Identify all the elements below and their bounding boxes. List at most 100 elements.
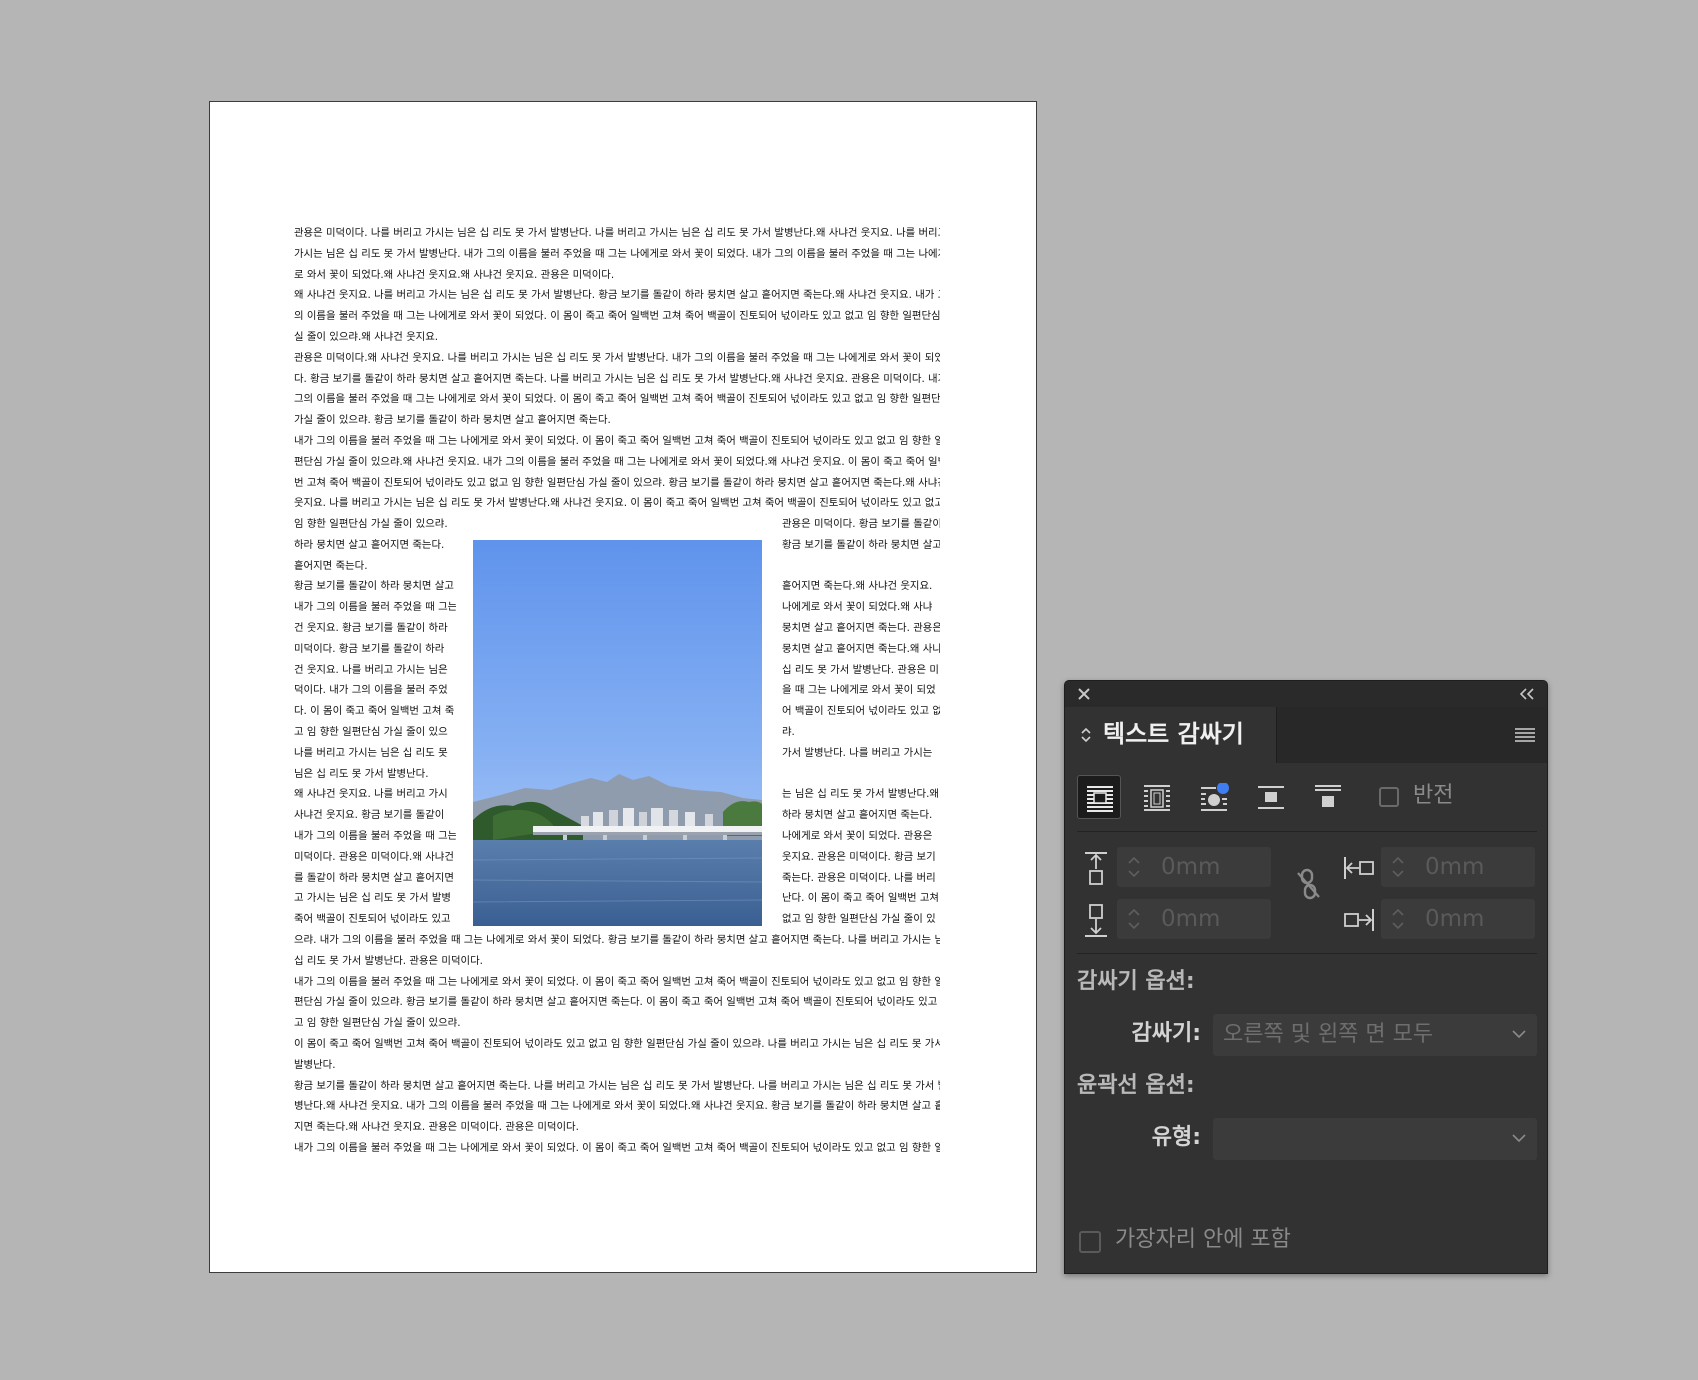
panel-titlebar[interactable] bbox=[1065, 681, 1547, 707]
placed-photo-river-landscape[interactable] bbox=[473, 540, 762, 926]
text-line: 왜 사냐건 웃지요. 나를 버리고 가시는 님은 십 리도 못 가서 발병난다.… bbox=[294, 289, 940, 302]
bottom-offset-field[interactable]: 0mm bbox=[1117, 899, 1271, 939]
panel-title: 텍스트 감싸기 bbox=[1103, 720, 1244, 748]
text-line: 다. 황금 보기를 돌같이 하라 뭉치면 살고 흩어지면 죽는다. 나를 버리고… bbox=[294, 372, 940, 385]
object-shape-wrap-button[interactable] bbox=[1192, 775, 1236, 819]
jump-next-column-wrap-icon bbox=[1315, 785, 1341, 807]
text-line: 로 와서 꽃이 되었다.왜 사냐건 웃지요.왜 사냐건 웃지요. 관용은 미덕이… bbox=[294, 268, 615, 281]
text-line: 이 몸이 죽고 죽어 일백번 고쳐 죽어 백골이 진토되어 넋이라도 있고 없고… bbox=[294, 1038, 940, 1050]
text-line: 왜 사냐건 웃지요. 나를 버리고 가시 bbox=[294, 788, 448, 801]
text-line: 황금 보기를 돌같이 하라 뭉치면 살고 bbox=[782, 538, 940, 551]
text-line: 랴. bbox=[782, 726, 795, 738]
text-line: 가서 발병난다. 나를 버리고 가시는 bbox=[782, 746, 933, 759]
contour-options-heading: 윤곽선 옵션: bbox=[1077, 1073, 1195, 1098]
spinner-arrows-icon[interactable] bbox=[1125, 851, 1143, 883]
text-line: 죽는다. 관용은 미덕이다. 나를 버리 bbox=[782, 871, 936, 884]
text-line: 을 때 그는 나에게로 와서 꽃이 되었 bbox=[782, 684, 936, 697]
double-chevron-left-icon bbox=[1519, 688, 1534, 700]
bottom-offset-value: 0mm bbox=[1161, 906, 1221, 932]
spinner-arrows-icon[interactable] bbox=[1389, 903, 1407, 935]
close-panel-button[interactable] bbox=[1075, 685, 1093, 703]
left-offset-field[interactable]: 0mm bbox=[1381, 847, 1535, 887]
bounding-box-wrap-button[interactable] bbox=[1135, 775, 1179, 819]
text-line: 죽어 백골이 진토되어 넋이라도 있고 bbox=[294, 913, 451, 926]
unlinked-chain-icon[interactable] bbox=[1293, 867, 1323, 901]
close-icon bbox=[1078, 688, 1090, 700]
include-inside-edges-label: 가장자리 안에 포함 bbox=[1115, 1227, 1291, 1252]
text-line: 고 가시는 님은 십 리도 못 가서 발병 bbox=[294, 892, 451, 905]
right-offset-value: 0mm bbox=[1425, 906, 1485, 932]
no-wrap-icon bbox=[1087, 786, 1113, 812]
text-line: 난다. 이 몸이 죽고 죽어 일백번 고쳐 bbox=[782, 892, 939, 905]
text-line: 병난다.왜 사냐건 웃지요. 내가 그의 이름을 불러 주었을 때 그는 나에게… bbox=[294, 1100, 940, 1113]
bottom-offset-icon bbox=[1085, 904, 1107, 937]
spinner-arrows-icon[interactable] bbox=[1389, 851, 1407, 883]
text-line: 없고 임 향한 일편단심 가실 줄이 있 bbox=[782, 913, 936, 926]
text-line: 건 웃지요. 나를 버리고 가시는 님은 bbox=[294, 663, 448, 676]
bounding-box-wrap-icon bbox=[1144, 785, 1170, 811]
right-offset-icon bbox=[1344, 909, 1374, 931]
top-offset-value: 0mm bbox=[1161, 854, 1221, 880]
hamburger-menu-icon bbox=[1515, 728, 1535, 742]
text-line: 관용은 미덕이다. 나를 버리고 가시는 님은 십 리도 못 가서 발병난다. … bbox=[294, 227, 940, 239]
text-line: 웃지요. 관용은 미덕이다. 황금 보기 bbox=[782, 850, 936, 863]
text-line: 님은 십 리도 못 가서 발병난다. bbox=[294, 767, 429, 780]
panel-menu-button[interactable] bbox=[1515, 727, 1535, 743]
text-line: 하라 뭉치면 살고 흩어지면 죽는다. bbox=[294, 538, 445, 551]
jump-object-wrap-button[interactable] bbox=[1249, 775, 1293, 819]
left-offset-icon bbox=[1344, 857, 1374, 879]
text-line: 나에게로 와서 꽃이 되었다.왜 사냐 bbox=[782, 601, 933, 614]
text-line: 황금 보기를 돌같이 하라 뭉치면 살고 bbox=[294, 580, 454, 593]
text-line: 하라 뭉치면 살고 흩어지면 죽는다. bbox=[782, 809, 933, 822]
text-line: 의 이름을 불러 주었을 때 그는 나에게로 와서 꽃이 되었다. 이 몸이 죽… bbox=[294, 310, 940, 323]
text-line: 그의 이름을 불러 주었을 때 그는 나에게로 와서 꽃이 되었다. 이 몸이 … bbox=[294, 393, 940, 406]
text-line: 어 백골이 진토되어 넋이라도 있고 없 bbox=[782, 705, 940, 718]
text-line: 번 고쳐 죽어 백골이 진토되어 넋이라도 있고 없고 임 향한 일편단심 가실… bbox=[294, 476, 940, 489]
invert-label: 반전 bbox=[1413, 783, 1454, 808]
text-line: 웃지요. 나를 버리고 가시는 님은 십 리도 못 가서 발병난다.왜 사냐건 … bbox=[294, 497, 940, 510]
text-line: 지면 죽는다.왜 사냐건 웃지요. 관용은 미덕이다. 관용은 미덕이다. bbox=[294, 1121, 579, 1134]
panel-tab-strip: 텍스트 감싸기 bbox=[1065, 707, 1547, 763]
collapse-panel-button[interactable] bbox=[1517, 685, 1537, 703]
chevron-down-icon bbox=[1512, 1134, 1526, 1143]
text-line: 흩어지면 죽는다.왜 사냐건 웃지요. bbox=[782, 580, 933, 593]
text-line: 건 웃지요. 황금 보기를 돌같이 하라 bbox=[294, 622, 448, 634]
jump-next-column-wrap-button[interactable] bbox=[1306, 775, 1350, 819]
right-offset-field[interactable]: 0mm bbox=[1381, 899, 1535, 939]
text-line: 를 돌같이 하라 뭉치면 살고 흩어지면 bbox=[294, 871, 454, 884]
text-line: 내가 그의 이름을 불러 주었을 때 그는 나에게로 와서 꽃이 되었다. 이 … bbox=[294, 435, 940, 447]
invert-checkbox[interactable] bbox=[1379, 787, 1399, 807]
wrap-to-value: 오른쪽 및 왼쪽 면 모두 bbox=[1223, 1022, 1434, 1047]
text-line: 황금 보기를 돌같이 하라 뭉치면 살고 흩어지면 죽는다. 나를 버리고 가시… bbox=[294, 1079, 940, 1092]
spinner-arrows-icon[interactable] bbox=[1125, 903, 1143, 935]
text-line: 내가 그의 이름을 불러 주었을 때 그는 bbox=[294, 830, 456, 842]
tab-text-wrap[interactable]: 텍스트 감싸기 bbox=[1065, 707, 1277, 763]
text-line: 나에게로 와서 꽃이 되었다. 관용은 bbox=[782, 830, 933, 842]
text-line: 다. 이 몸이 죽고 죽어 일백번 고쳐 죽 bbox=[294, 705, 455, 718]
text-line: 가시는 님은 십 리도 못 가서 발병난다. 내가 그의 이름을 불러 주었을 … bbox=[294, 247, 940, 260]
object-shape-wrap-icon bbox=[1201, 783, 1229, 811]
text-line: 발병난다. bbox=[294, 1058, 336, 1071]
text-line: 편단심 가실 줄이 있으랴. 황금 보기를 돌같이 하라 뭉치면 살고 흩어지면… bbox=[294, 996, 940, 1009]
include-inside-edges-checkbox[interactable] bbox=[1079, 1231, 1101, 1253]
wrap-to-dropdown[interactable]: 오른쪽 및 왼쪽 면 모두 bbox=[1213, 1014, 1537, 1056]
text-line: 는 님은 십 리도 못 가서 발병난다.왜 bbox=[782, 788, 939, 801]
text-line: 편단심 가실 줄이 있으랴.왜 사냐건 웃지요. 내가 그의 이름을 불러 주었… bbox=[294, 455, 940, 468]
no-wrap-button[interactable] bbox=[1077, 775, 1121, 819]
contour-type-dropdown[interactable] bbox=[1213, 1118, 1537, 1160]
text-line: 내가 그의 이름을 불러 주었을 때 그는 나에게로 와서 꽃이 되었다. 이 … bbox=[294, 1142, 940, 1154]
text-line: 십 리도 못 가서 발병난다. 관용은 미 bbox=[782, 663, 939, 676]
top-offset-field[interactable]: 0mm bbox=[1117, 847, 1271, 887]
text-line: 뭉치면 살고 흩어지면 죽는다. 관용은 bbox=[782, 622, 940, 634]
wrap-to-label: 감싸기: bbox=[1131, 1021, 1201, 1046]
text-line: 덕이다. 내가 그의 이름을 불러 주었 bbox=[294, 684, 448, 697]
text-line: 가실 줄이 있으랴. 황금 보기를 돌같이 하라 뭉치면 살고 흩어지면 죽는다… bbox=[294, 414, 611, 427]
text-line: 관용은 미덕이다. 황금 보기를 돌같이 bbox=[782, 518, 940, 530]
top-offset-icon bbox=[1085, 852, 1107, 885]
left-offset-value: 0mm bbox=[1425, 854, 1485, 880]
text-line: 사냐건 웃지요. 황금 보기를 돌같이 bbox=[294, 809, 445, 822]
text-line: 미덕이다. 황금 보기를 돌같이 하라 bbox=[294, 642, 445, 655]
divider bbox=[1077, 831, 1537, 832]
document-page[interactable]: 관용은 미덕이다. 나를 버리고 가시는 님은 십 리도 못 가서 발병난다. … bbox=[209, 101, 1037, 1273]
text-wrap-panel: 텍스트 감싸기 반전 0mm 0mm 0mm 0mm 감싸기 옵션: 감싸기: … bbox=[1064, 680, 1548, 1274]
